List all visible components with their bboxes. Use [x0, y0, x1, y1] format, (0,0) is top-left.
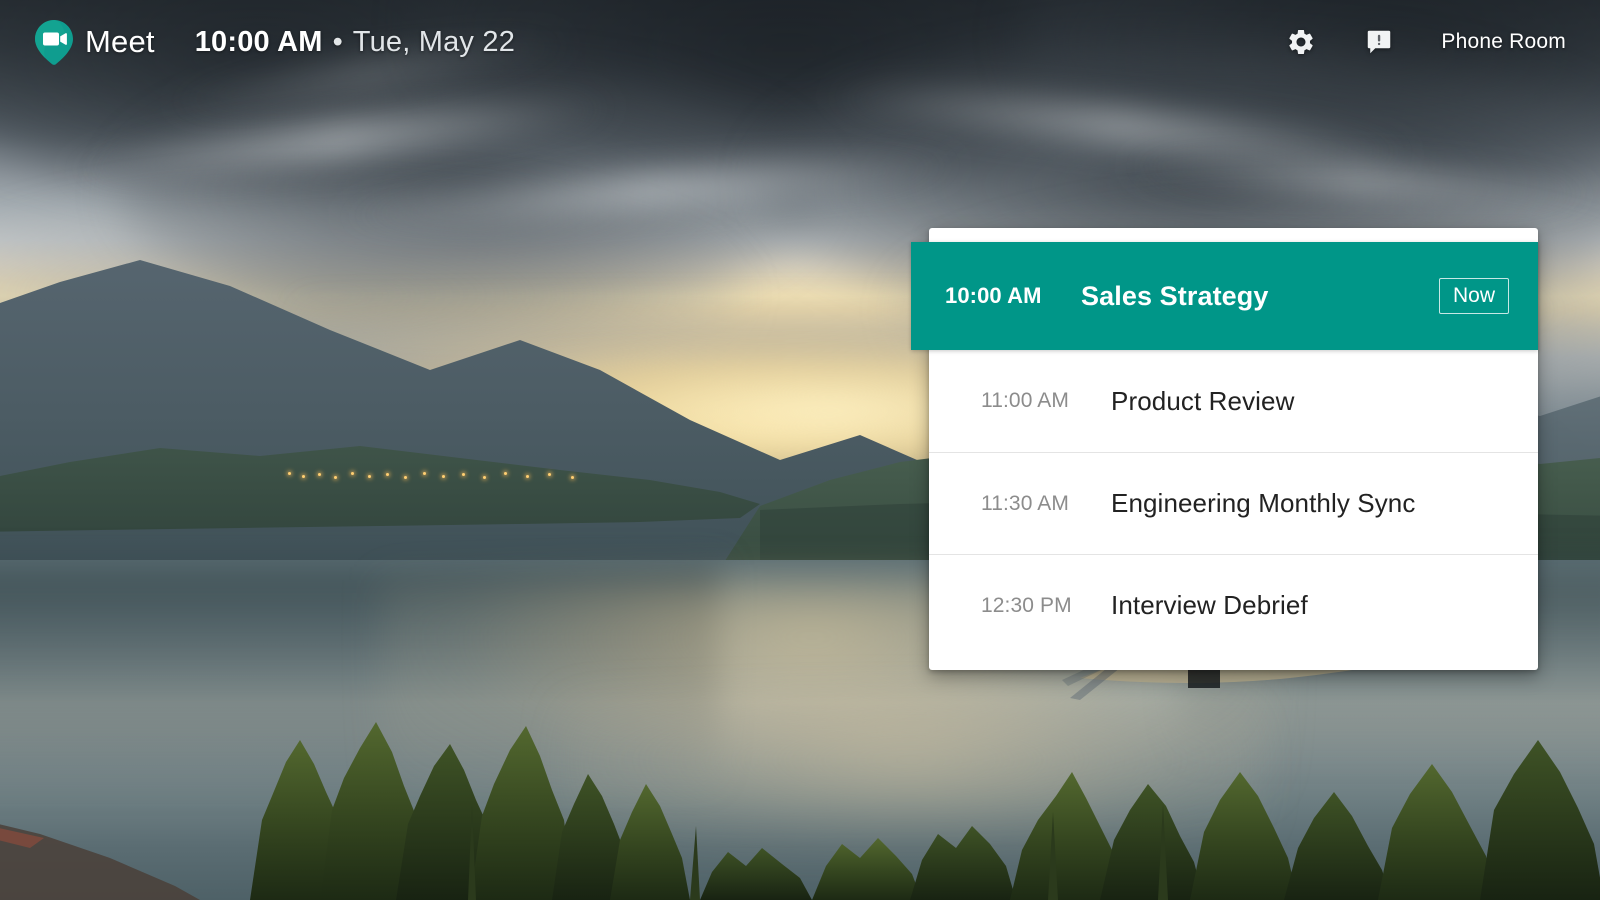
meeting-title: Engineering Monthly Sync: [1111, 488, 1416, 518]
agenda-card: 10:00 AM Sales Strategy Now 11:00 AM Pro…: [911, 228, 1538, 670]
meet-room-display: Meet 10:00 AM • Tue, May 22 Phone Room 1…: [0, 0, 1600, 900]
feedback-speech-bubble-icon: [1364, 27, 1394, 57]
meeting-title: Interview Debrief: [1111, 590, 1308, 620]
gear-icon: [1286, 27, 1316, 57]
room-name: Phone Room: [1441, 30, 1566, 53]
current-meeting-time: 10:00 AM: [945, 283, 1042, 308]
village-lights: [280, 470, 620, 486]
top-bar: Meet 10:00 AM • Tue, May 22 Phone Room: [0, 0, 1600, 84]
clock-date-block: 10:00 AM • Tue, May 22: [195, 26, 515, 59]
meeting-time: 12:30 PM: [981, 593, 1072, 617]
top-bar-actions: Phone Room: [1245, 20, 1566, 64]
settings-button[interactable]: [1279, 20, 1323, 64]
list-item[interactable]: 11:00 AM Product Review: [929, 350, 1538, 452]
clock-separator: •: [332, 25, 343, 58]
list-item[interactable]: 11:30 AM Engineering Monthly Sync: [929, 452, 1538, 554]
meeting-title: Product Review: [1111, 385, 1295, 416]
current-meeting-row[interactable]: 10:00 AM Sales Strategy Now: [911, 242, 1538, 350]
list-item[interactable]: 12:30 PM Interview Debrief: [929, 554, 1538, 656]
upcoming-meetings-list: 11:00 AM Product Review 11:30 AM Enginee…: [929, 350, 1538, 656]
foreground-trees: [0, 700, 1600, 900]
current-date: Tue, May 22: [352, 25, 516, 58]
brand-block: Meet: [32, 18, 155, 66]
brand-name: Meet: [85, 24, 155, 59]
meet-video-pin-icon: [32, 18, 76, 66]
feedback-button[interactable]: [1357, 20, 1401, 64]
meeting-time: 11:30 AM: [981, 491, 1069, 515]
current-time: 10:00 AM: [194, 25, 323, 58]
current-meeting-title: Sales Strategy: [1081, 280, 1269, 311]
now-badge: Now: [1438, 278, 1509, 314]
meeting-time: 11:00 AM: [981, 389, 1069, 412]
